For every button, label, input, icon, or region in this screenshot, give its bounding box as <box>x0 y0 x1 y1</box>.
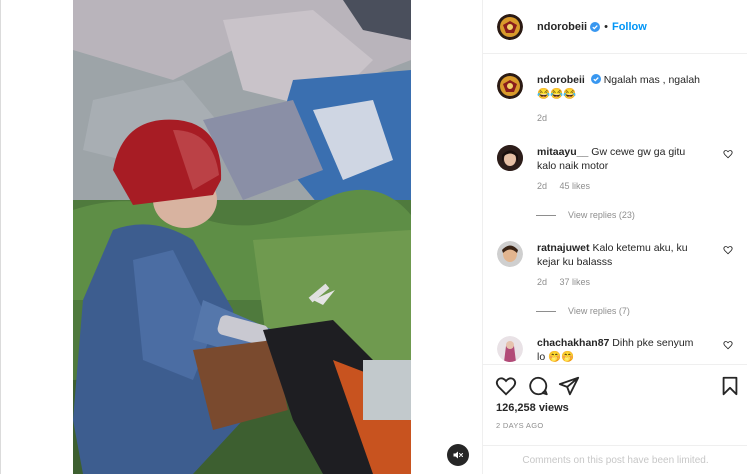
caption-meta: 2d <box>537 111 702 125</box>
comment-item: ratnajuwet Kalo ketemu aku, ku kejar ku … <box>497 241 737 289</box>
view-replies-button[interactable]: View replies (7) <box>536 306 630 316</box>
video-frame <box>73 0 411 474</box>
comments-list[interactable]: ndorobeii Ngalah mas , ngalah 😂😂😂 2d mit… <box>483 55 747 363</box>
header-username[interactable]: ndorobeii <box>537 21 587 33</box>
comment-likes[interactable]: 37 likes <box>560 277 591 287</box>
avatar[interactable] <box>497 145 523 171</box>
user-photo-icon <box>497 145 523 171</box>
comment-meta: 2d 45 likes <box>537 179 702 193</box>
media-area <box>0 0 482 474</box>
replies-divider <box>536 214 556 216</box>
paper-plane-icon[interactable] <box>558 375 580 397</box>
comment-item: mitaayu__ Gw cewe gw ga gitu kalo naik m… <box>497 145 737 193</box>
header-info: ndorobeii • Follow <box>537 21 647 33</box>
replies-divider <box>536 310 556 312</box>
heart-icon[interactable] <box>723 149 733 159</box>
avatar[interactable] <box>497 336 523 362</box>
comment-body: ratnajuwet Kalo ketemu aku, ku kejar ku … <box>537 241 702 289</box>
comment-time: 2d <box>537 181 548 191</box>
bookmark-icon[interactable] <box>719 375 741 397</box>
mute-button[interactable] <box>447 444 469 466</box>
comment-time: 2d <box>537 277 548 287</box>
comments-limited-notice: Comments on this post have been limited. <box>483 445 747 474</box>
avatar[interactable] <box>497 73 523 99</box>
verified-badge-icon <box>590 74 601 84</box>
view-count[interactable]: 126,258 views <box>496 402 569 414</box>
user-photo-icon <box>497 336 523 362</box>
video-player[interactable] <box>73 0 411 474</box>
comment-meta: 2d 37 likes <box>537 275 702 289</box>
comment-username[interactable]: ratnajuwet <box>537 242 590 254</box>
comment-body: chachakhan87 Dihh pke senyum lo 🤭🤭 <box>537 336 702 363</box>
comment-username[interactable]: mitaayu__ <box>537 146 588 158</box>
avatar[interactable] <box>497 13 523 40</box>
post-header: ndorobeii • Follow <box>483 0 747 54</box>
caption-username[interactable]: ndorobeii <box>537 74 585 86</box>
user-photo-icon <box>497 241 523 267</box>
comment-username[interactable]: chachakhan87 <box>537 337 609 349</box>
comment-likes[interactable]: 45 likes <box>560 181 591 191</box>
profile-logo-icon <box>497 73 523 99</box>
instagram-post-view: ndorobeii • Follow ndorobeii Ngalah mas … <box>0 0 747 474</box>
post-date[interactable]: 2 DAYS AGO <box>496 421 543 430</box>
separator-dot: • <box>604 20 608 33</box>
heart-icon[interactable] <box>723 245 733 255</box>
verified-badge-icon <box>590 21 601 32</box>
follow-button[interactable]: Follow <box>612 21 647 33</box>
profile-logo-icon <box>497 13 523 40</box>
comment-body: mitaayu__ Gw cewe gw ga gitu kalo naik m… <box>537 145 702 193</box>
comment-item: chachakhan87 Dihh pke senyum lo 🤭🤭 <box>497 336 737 363</box>
view-replies-label: View replies (23) <box>568 210 635 220</box>
heart-icon[interactable] <box>723 340 733 350</box>
caption-time: 2d <box>537 113 548 123</box>
speaker-muted-icon <box>453 451 463 459</box>
comment-icon[interactable] <box>527 375 549 397</box>
caption-body: ndorobeii Ngalah mas , ngalah 😂😂😂 2d <box>537 73 702 125</box>
avatar[interactable] <box>497 241 523 267</box>
post-side-panel: ndorobeii • Follow ndorobeii Ngalah mas … <box>482 0 747 474</box>
heart-icon[interactable] <box>495 375 517 397</box>
post-actions: 126,258 views 2 DAYS AGO Comments on thi… <box>483 364 747 474</box>
caption-item: ndorobeii Ngalah mas , ngalah 😂😂😂 2d <box>497 73 737 125</box>
view-replies-label: View replies (7) <box>568 306 630 316</box>
view-replies-button[interactable]: View replies (23) <box>536 210 635 220</box>
